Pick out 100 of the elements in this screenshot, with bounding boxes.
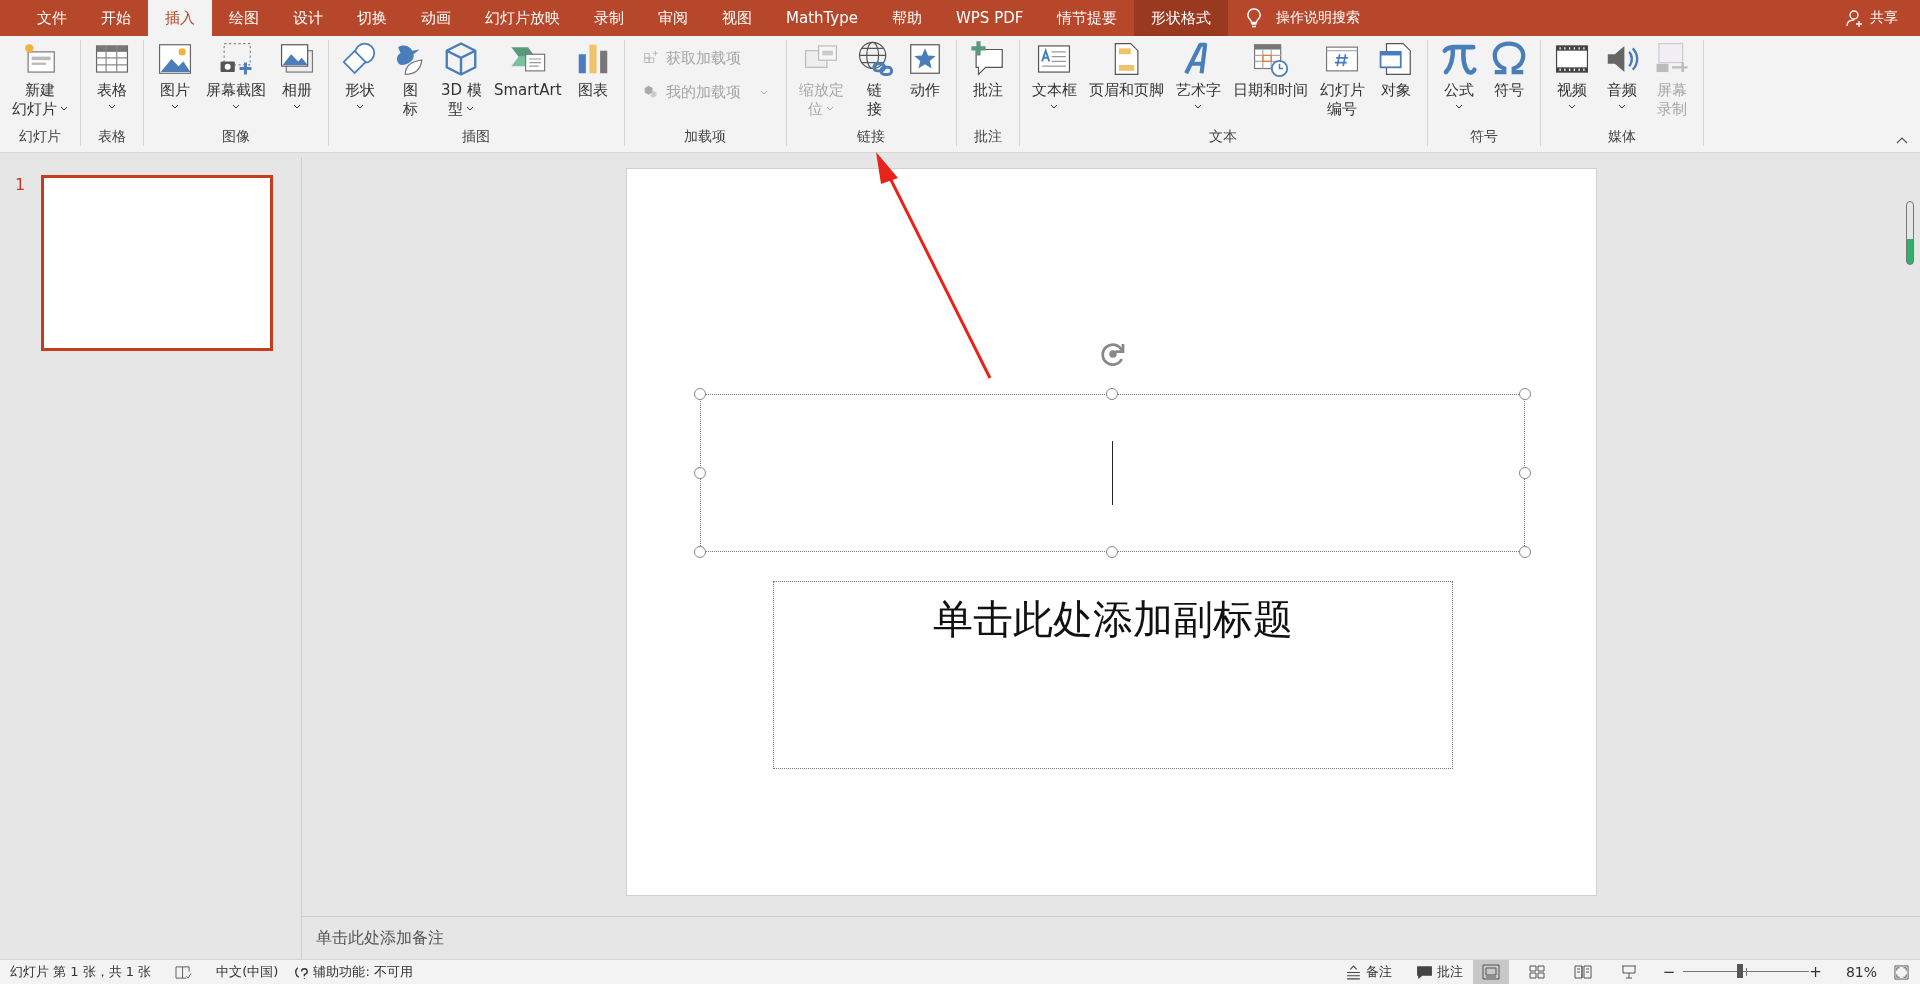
zoom-out-button[interactable]: − <box>1662 963 1676 981</box>
ribbon-button[interactable]: 音频 <box>1596 40 1647 109</box>
group-label: 插图 <box>462 128 491 146</box>
group-label: 批注 <box>973 128 1002 146</box>
scrollbar-thumb[interactable] <box>1906 201 1914 265</box>
ribbon-button[interactable]: 公式 <box>1433 40 1484 109</box>
group-label: 符号 <box>1469 128 1498 146</box>
ribbon-button[interactable]: 图片 <box>150 40 200 109</box>
caret-icon <box>826 106 835 111</box>
ribbon-button[interactable]: 表格 <box>87 40 137 109</box>
caret-icon <box>1050 104 1059 109</box>
accessibility-status[interactable]: 辅助功能: 不可用 <box>313 963 413 981</box>
caret-icon <box>1567 104 1576 109</box>
ribbon-button[interactable]: 幻灯片 编号 <box>1313 40 1371 119</box>
notes-field[interactable]: 单击此处添加备注 <box>316 927 444 949</box>
ribbon-tab[interactable]: 情节提要 <box>1040 0 1135 36</box>
group-label: 媒体 <box>1607 128 1636 146</box>
group-label: 表格 <box>98 128 126 146</box>
normal-view-icon <box>1481 964 1500 980</box>
slide-thumbnail[interactable] <box>41 175 274 351</box>
ribbon-tab[interactable]: 开始 <box>84 0 148 36</box>
ribbon-tab[interactable]: 视图 <box>705 0 769 36</box>
ribbon-button[interactable]: 图表 <box>567 40 618 100</box>
collapse-ribbon-icon[interactable] <box>1896 137 1908 144</box>
slide-counter: 幻灯片 第 1 张，共 1 张 <box>10 963 152 981</box>
ribbon-tab[interactable]: WPS PDF <box>939 0 1041 36</box>
caret-icon <box>60 106 68 111</box>
ribbon-button[interactable]: 链 接 <box>849 40 900 119</box>
ribbon-button[interactable]: 符号 <box>1483 40 1534 100</box>
resize-handle[interactable] <box>1106 388 1118 400</box>
resize-handle[interactable] <box>693 467 706 479</box>
subtitle-placeholder[interactable]: 单击此处添加副标题 <box>772 581 1453 769</box>
ribbon-button[interactable]: 批注 <box>962 40 1013 100</box>
comment-icon <box>1415 964 1433 980</box>
language-label[interactable]: 中文(中国) <box>216 963 279 981</box>
ribbon-tab[interactable]: 插入 <box>148 0 212 36</box>
ribbon-button[interactable]: 页眉和页脚 <box>1082 40 1170 100</box>
ribbon-button[interactable]: 文本框 <box>1025 40 1083 109</box>
ribbon-tab[interactable]: 绘图 <box>212 0 276 36</box>
ribbon-tab[interactable]: 文件 <box>20 0 84 36</box>
caret-icon <box>232 104 240 109</box>
ribbon-button[interactable]: 对象 <box>1370 40 1421 100</box>
search-field[interactable]: 操作说明搜索 <box>1276 9 1361 27</box>
slide-number: 1 <box>15 175 26 196</box>
resize-handle[interactable] <box>1518 467 1531 479</box>
ribbon-button[interactable]: 相册 <box>272 40 322 109</box>
resize-handle[interactable] <box>1106 546 1118 558</box>
caret-icon <box>171 104 179 109</box>
ribbon-button[interactable]: 形状 <box>335 40 385 109</box>
group-label: 图像 <box>222 128 250 146</box>
ribbon-button[interactable]: 图 标 <box>385 40 435 119</box>
group-label: 加载项 <box>684 128 727 146</box>
caret-icon <box>293 104 301 109</box>
ribbon-tab[interactable]: 切换 <box>340 0 404 36</box>
ribbon-button[interactable]: 3D 模 型 <box>435 40 488 119</box>
view-button[interactable] <box>1472 960 1509 984</box>
ribbon-button[interactable]: 艺术字 <box>1169 40 1227 109</box>
group-label: 文本 <box>1209 128 1238 146</box>
book-check-icon[interactable] <box>175 964 193 980</box>
presenter-icon <box>1619 964 1638 980</box>
resize-handle[interactable] <box>1518 546 1531 558</box>
zoom-thumb[interactable] <box>1737 964 1743 978</box>
ribbon-button[interactable]: 新建 幻灯片 <box>6 40 74 119</box>
lightbulb-icon <box>1246 8 1263 28</box>
group-label: 链接 <box>857 128 886 146</box>
fit-to-window-icon[interactable] <box>1893 964 1910 980</box>
caret-icon <box>1454 104 1463 109</box>
ribbon-tab[interactable]: 幻灯片放映 <box>468 0 577 36</box>
ribbon-tab[interactable]: 形状格式 <box>1134 0 1229 36</box>
caret-icon <box>1194 104 1203 109</box>
caret-icon <box>466 106 475 111</box>
ribbon-tab[interactable]: 动画 <box>404 0 468 36</box>
caret-icon <box>108 104 116 109</box>
ribbon-tab[interactable]: 设计 <box>276 0 340 36</box>
ribbon-tab[interactable]: 帮助 <box>875 0 939 36</box>
ribbon-button[interactable]: 日期和时间 <box>1226 40 1314 100</box>
ribbon-button[interactable]: 屏幕截图 <box>200 40 272 109</box>
ribbon-button[interactable]: SmartArt <box>487 40 568 100</box>
text-cursor <box>1111 441 1113 505</box>
ribbon-button[interactable]: 视频 <box>1546 40 1597 109</box>
ribbon-button[interactable]: 动作 <box>899 40 950 100</box>
caret-icon <box>1617 104 1626 109</box>
ribbon-tab[interactable]: 审阅 <box>641 0 705 36</box>
person-add-icon <box>1846 9 1864 27</box>
share-button[interactable]: 共享 <box>1870 0 1898 36</box>
group-label: 幻灯片 <box>19 128 61 146</box>
resize-handle[interactable] <box>693 388 706 400</box>
comments-button[interactable]: 批注 <box>1415 963 1463 981</box>
ribbon-tab[interactable]: 录制 <box>577 0 641 36</box>
resize-handle[interactable] <box>693 546 706 558</box>
notes-icon <box>1344 964 1362 980</box>
reading-view-icon <box>1573 964 1592 980</box>
notes-button[interactable]: 备注 <box>1344 963 1392 981</box>
ribbon-tab[interactable]: MathType <box>769 0 875 36</box>
zoom-in-button[interactable]: + <box>1809 963 1822 981</box>
resize-handle[interactable] <box>1518 388 1531 400</box>
caret-icon <box>759 89 768 95</box>
zoom-percent[interactable]: 81% <box>1845 964 1877 980</box>
grid-view-icon <box>1527 964 1546 980</box>
caret-icon <box>356 104 364 109</box>
